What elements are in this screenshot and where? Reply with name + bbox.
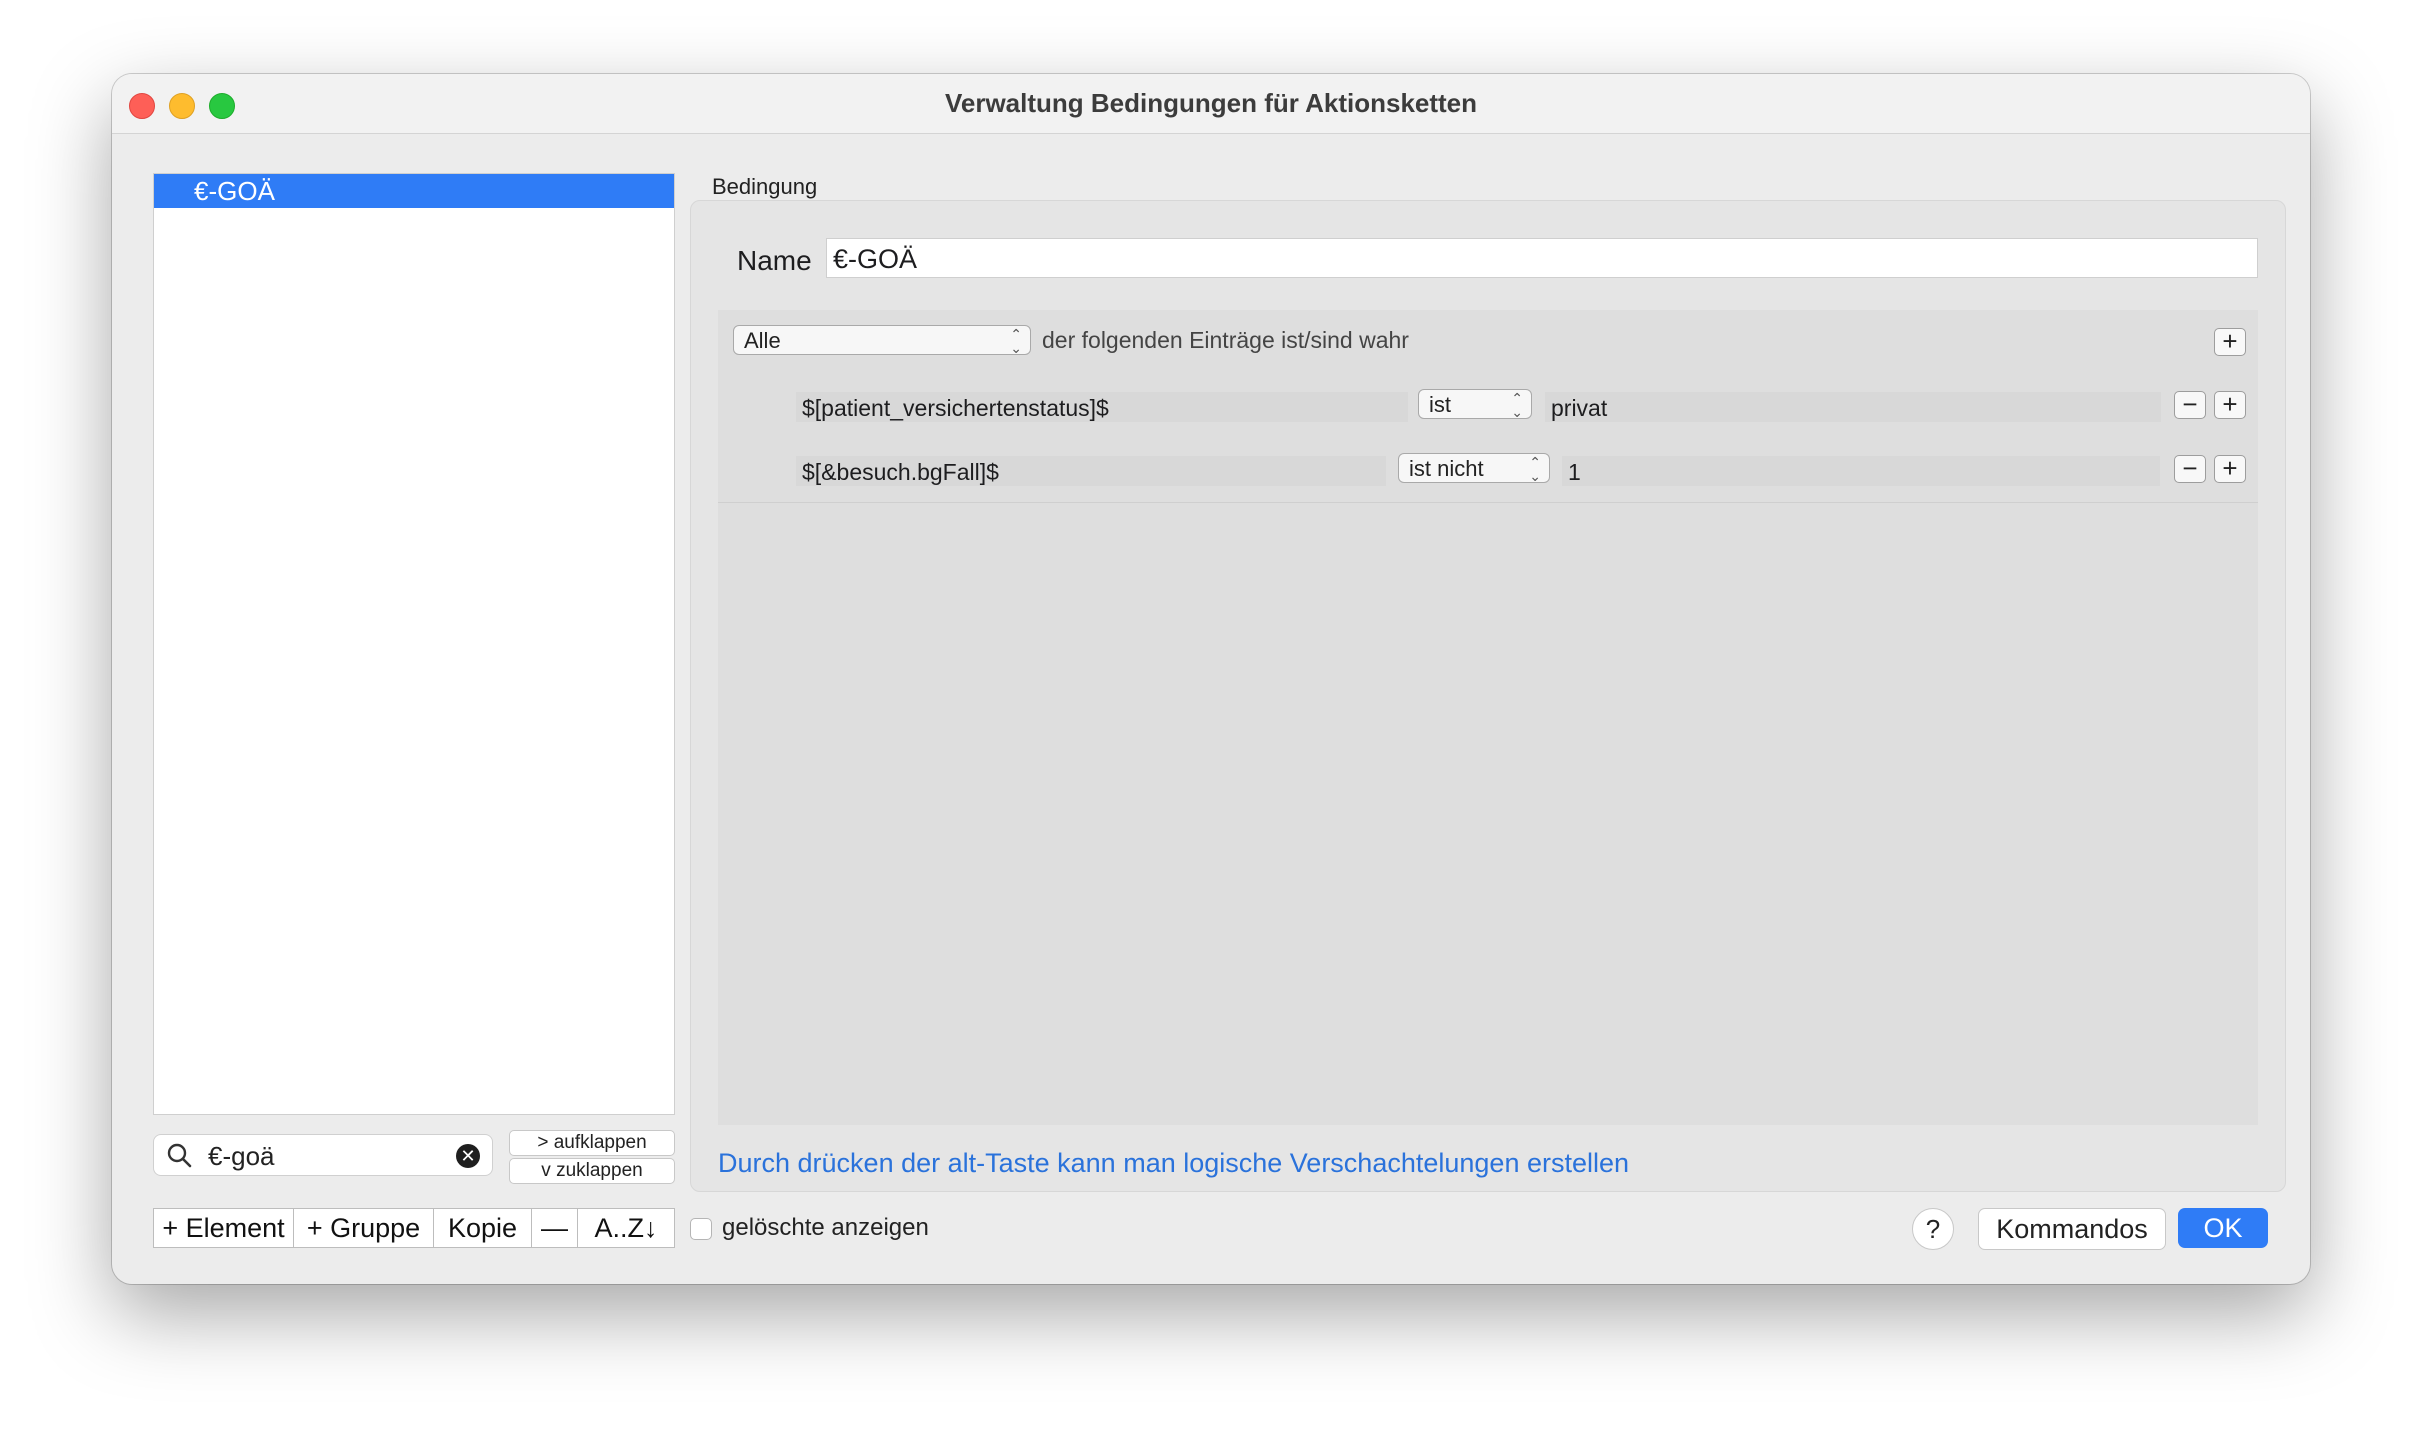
nesting-hint: Durch drücken der alt-Taste kann man log… xyxy=(718,1148,1630,1178)
copy-button[interactable]: Kopie xyxy=(434,1209,532,1247)
ok-button[interactable]: OK xyxy=(2178,1208,2268,1248)
list-toolbar: + Element + Gruppe Kopie — A..Z↓ xyxy=(153,1208,675,1248)
match-mode-value: Alle xyxy=(744,328,781,353)
rule-operator-value: ist xyxy=(1429,392,1451,417)
dialog-window: Verwaltung Bedingungen für Aktionsketten… xyxy=(112,74,2310,1284)
title-bar: Verwaltung Bedingungen für Aktionsketten xyxy=(112,74,2310,134)
search-icon xyxy=(167,1143,192,1168)
rule-field[interactable]: $[patient_versichertenstatus]$ xyxy=(796,392,1408,422)
collapse-button[interactable]: v zuklappen xyxy=(509,1158,675,1184)
list-item-label: €-GOÄ xyxy=(194,176,275,206)
remove-rule-button[interactable]: − xyxy=(2174,391,2206,419)
remove-rule-button[interactable]: − xyxy=(2174,455,2206,483)
sort-button[interactable]: A..Z↓ xyxy=(578,1209,674,1247)
match-description: der folgenden Einträge ist/sind wahr xyxy=(1042,327,1409,353)
popup-chevron-icon: ⌃ ⌄ xyxy=(1511,390,1523,420)
add-rule-button[interactable]: + xyxy=(2214,391,2246,419)
name-label: Name xyxy=(737,245,812,276)
search-input[interactable]: €-goä xyxy=(208,1141,275,1172)
conditions-list[interactable]: €-GOÄ xyxy=(153,173,675,1115)
add-group-button[interactable]: + Gruppe xyxy=(294,1209,434,1247)
show-deleted-label: gelöschte anzeigen xyxy=(722,1214,929,1241)
window-title: Verwaltung Bedingungen für Aktionsketten xyxy=(944,88,1478,118)
popup-chevron-icon: ⌃ ⌄ xyxy=(1529,454,1541,484)
match-mode-popup[interactable]: Alle ⌃ ⌄ xyxy=(733,325,1031,355)
rule-operator-value: ist nicht xyxy=(1409,456,1484,481)
show-deleted-row[interactable]: gelöschte anzeigen xyxy=(690,1214,929,1242)
rule-editor: Alle ⌃ ⌄ der folgenden Einträge ist/sind … xyxy=(718,310,2258,1125)
rule-value[interactable]: privat xyxy=(1545,392,2161,422)
clear-search-icon[interactable]: ✕ xyxy=(456,1144,480,1168)
remove-button[interactable]: — xyxy=(532,1209,578,1247)
section-label: Bedingung xyxy=(712,174,818,199)
rule-operator-popup[interactable]: ist ⌃ ⌄ xyxy=(1418,389,1532,419)
show-deleted-checkbox[interactable] xyxy=(690,1217,712,1240)
search-field[interactable]: €-goä ✕ xyxy=(153,1134,493,1176)
popup-chevron-icon: ⌃ ⌄ xyxy=(1010,326,1022,356)
rule-operator-popup[interactable]: ist nicht ⌃ ⌄ xyxy=(1398,453,1550,483)
rule-value[interactable]: 1 xyxy=(1562,456,2160,486)
rule-row: $[&besuch.bgFall]$ ist nicht ⌃ ⌄ 1 − + xyxy=(718,438,2258,503)
rule-field[interactable]: $[&besuch.bgFall]$ xyxy=(796,456,1386,486)
add-rule-button[interactable]: + xyxy=(2214,455,2246,483)
help-button[interactable]: ? xyxy=(1912,1208,1954,1250)
list-item[interactable]: €-GOÄ xyxy=(154,174,674,208)
match-row: Alle ⌃ ⌄ der folgenden Einträge ist/sind … xyxy=(718,310,2258,375)
rule-row: $[patient_versichertenstatus]$ ist ⌃ ⌄ pr… xyxy=(718,374,2258,439)
add-element-button[interactable]: + Element xyxy=(154,1209,294,1247)
add-rule-button[interactable]: + xyxy=(2214,328,2246,356)
name-field[interactable]: €-GOÄ xyxy=(826,238,2258,278)
commands-button[interactable]: Kommandos xyxy=(1978,1208,2166,1250)
expand-button[interactable]: > aufklappen xyxy=(509,1130,675,1156)
